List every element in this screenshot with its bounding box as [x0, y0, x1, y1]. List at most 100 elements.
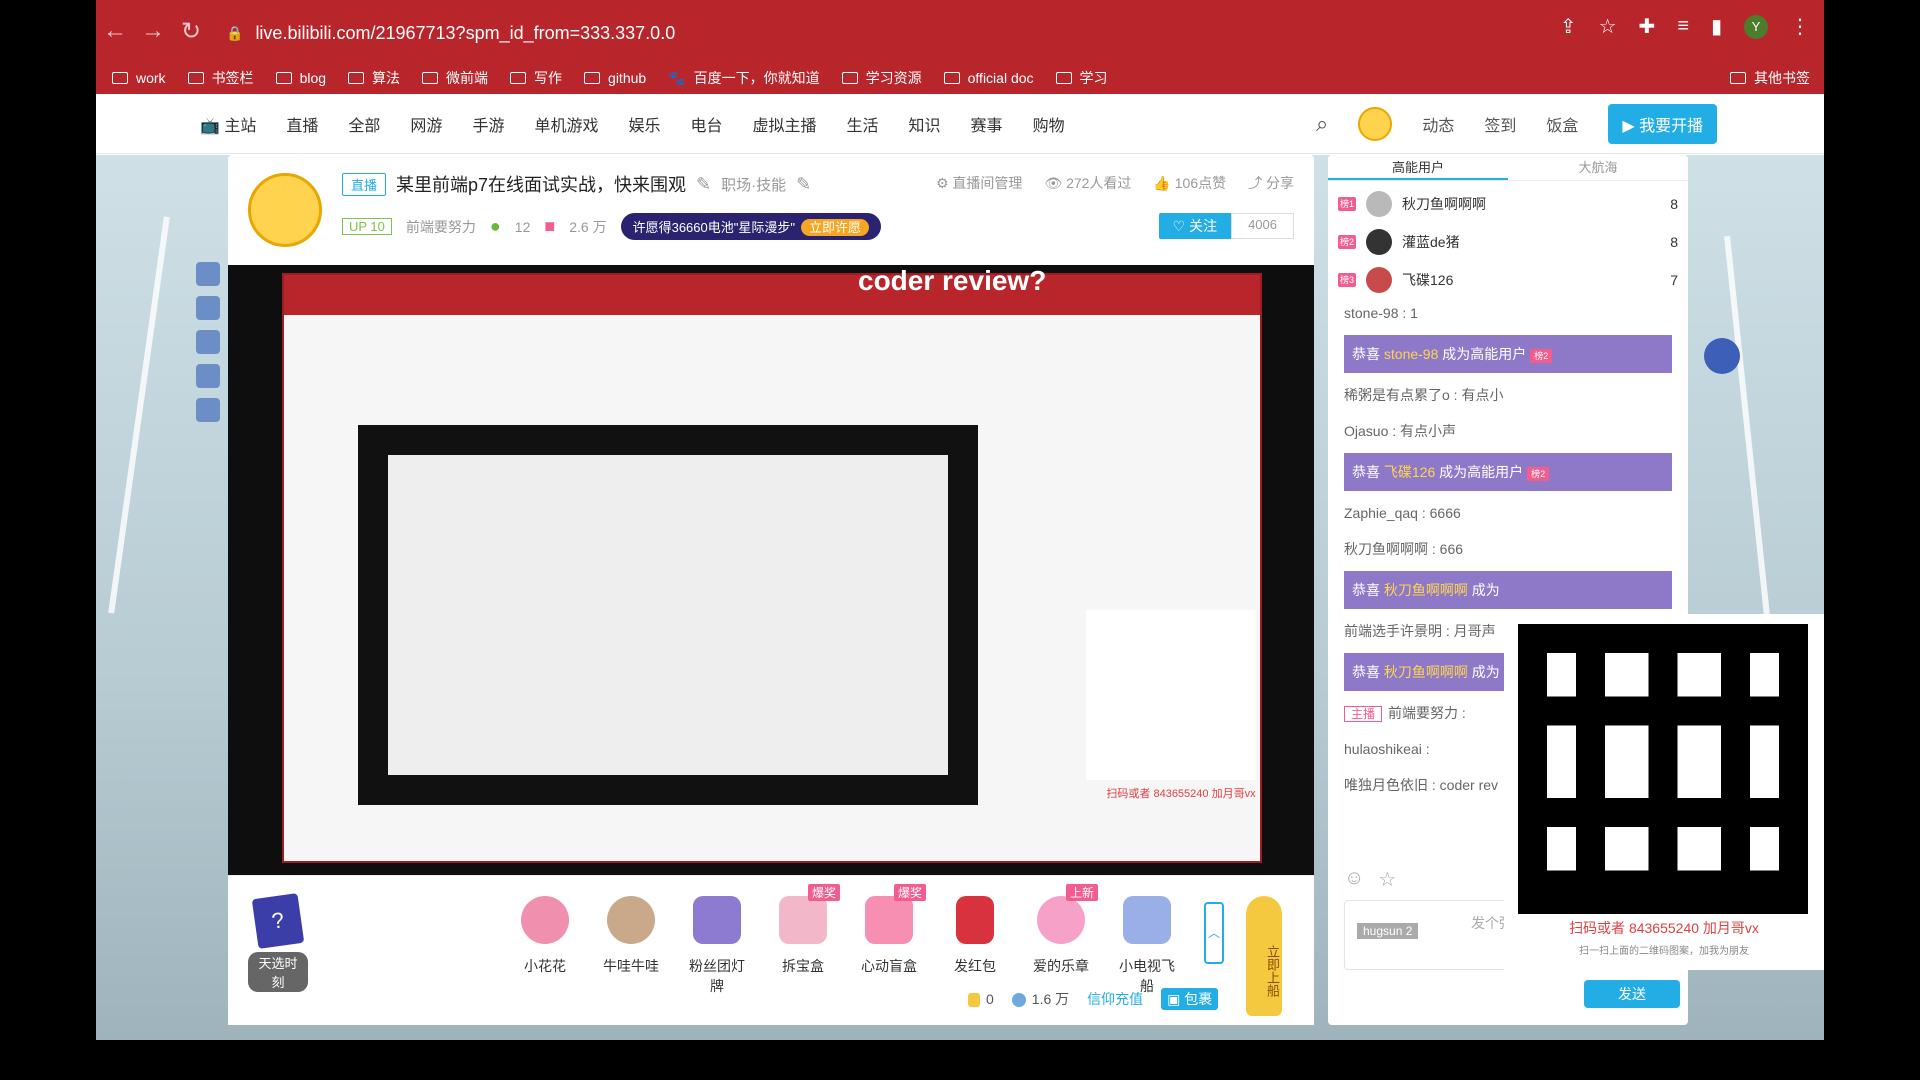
dock-avatar[interactable] [196, 398, 220, 422]
gift-item[interactable]: 小电视飞船 [1114, 896, 1180, 996]
category-link[interactable]: 职场·技能 [721, 174, 786, 195]
profile-avatar[interactable]: Y [1744, 14, 1768, 39]
side-panel-icon[interactable]: ▮ [1711, 14, 1722, 39]
room-manage[interactable]: ⚙ 直播间管理 [936, 173, 1022, 193]
gift-item[interactable]: 爆奖 心动盲盒 [856, 884, 926, 996]
nav-item[interactable]: 赛事 [971, 112, 1003, 136]
other-bookmarks[interactable]: 其他书签 [1730, 62, 1810, 94]
back-icon[interactable]: ← [96, 17, 134, 45]
share-page-icon[interactable]: ⇪ [1560, 14, 1577, 39]
tianxuan-button[interactable]: ? 天选时刻 [248, 893, 308, 992]
chat-message: 秋刀鱼啊啊啊 : 666 [1344, 541, 1464, 557]
follow-button[interactable]: ♡ 关注 [1158, 213, 1232, 239]
rank-row[interactable]: 榜2 灌蓝de猪 8 [1338, 223, 1678, 261]
nav-item[interactable]: 全部 [348, 112, 380, 136]
bookmark-item[interactable]: blog [275, 70, 326, 86]
video-player[interactable]: coder review? 扫码或者 843655240 加月哥vx [228, 265, 1314, 875]
like-count[interactable]: 👍 106点赞 [1153, 173, 1226, 193]
tab-high-energy[interactable]: 高能用户 [1328, 155, 1508, 180]
site-header: 📺 主站 直播 全部 网游 手游 单机游戏 娱乐 电台 虚拟主播 生活 知识 赛… [96, 94, 1824, 154]
nav-item-main[interactable]: 📺 主站 [200, 112, 256, 136]
folder-icon [1055, 72, 1072, 84]
bookmark-star-icon[interactable]: ☆ [1599, 14, 1617, 39]
rank-row[interactable]: 榜3 飞碟126 7 [1338, 261, 1678, 299]
bookmark-item[interactable]: 书签栏 [187, 68, 254, 88]
tab-guard[interactable]: 大航海 [1508, 155, 1688, 180]
host-avatar[interactable] [248, 173, 322, 247]
bookmark-item[interactable]: 学习资源 [841, 68, 922, 88]
bookmark-item[interactable]: 学习 [1055, 68, 1108, 88]
video-caption: coder review? [858, 265, 1047, 296]
bag-button[interactable]: ▣ 包裹 [1161, 988, 1219, 1010]
reload-icon[interactable]: ↻ [172, 17, 210, 46]
wish-button[interactable]: 立即许愿 [800, 219, 869, 236]
dock-avatar[interactable] [196, 364, 220, 388]
nav-checkin[interactable]: 签到 [1484, 112, 1516, 136]
wallet: 0 1.6 万 信仰充值 ▣ 包裹 [968, 988, 1219, 1010]
bookmark-item[interactable]: official doc [943, 70, 1034, 86]
forward-icon[interactable]: → [134, 17, 172, 45]
wish-banner[interactable]: 许愿得36660电池"星际漫步" 立即许愿 [620, 213, 881, 240]
share-button[interactable]: ⤴ 分享 [1248, 173, 1294, 193]
star-icon[interactable]: ☆ [1378, 867, 1396, 892]
bookmark-item[interactable]: github [584, 70, 646, 86]
qr-caption: 扫码或者 843655240 加月哥vx [1569, 920, 1759, 936]
eye-icon: 👁 [1044, 175, 1063, 191]
user-avatar[interactable] [1358, 107, 1393, 141]
dock-avatar[interactable] [196, 330, 220, 354]
edit-icon[interactable]: ✎ [796, 174, 811, 195]
nav-item[interactable]: 购物 [1033, 112, 1065, 136]
gift-item[interactable]: 牛哇牛哇 [598, 896, 664, 996]
nav-item[interactable]: 知识 [909, 112, 941, 136]
gift-item[interactable]: 小花花 [512, 896, 578, 996]
nav-box[interactable]: 饭盒 [1546, 112, 1578, 136]
qr-overlay: 扫码或者 843655240 加月哥vx 扫一扫上面的二维码图案，加我为朋友 [1504, 614, 1824, 970]
avatar [1366, 191, 1392, 217]
gift-item[interactable]: 上新 爱的乐章 [1028, 884, 1098, 996]
browser-toolbar: ← → ↻ 🔒 live.bilibili.com/21967713?spm_i… [96, 0, 1824, 62]
nav-item[interactable]: 娱乐 [628, 112, 660, 136]
bookmark-item[interactable]: work [112, 70, 166, 86]
avatar [1366, 229, 1392, 255]
rank-row[interactable]: 榜1 秋刀鱼啊啊啊 8 [1338, 185, 1678, 223]
bookmark-item[interactable]: 微前端 [422, 68, 488, 88]
nav-item[interactable]: 单机游戏 [534, 112, 598, 136]
nested-browser-bar [284, 275, 1260, 315]
nav-item[interactable]: 生活 [847, 112, 879, 136]
menu-icon[interactable]: ⋮ [1790, 14, 1810, 39]
emoji-icon[interactable]: ☺ [1344, 867, 1364, 892]
guard-count: 12 [514, 218, 531, 235]
bookmark-item[interactable]: 写作 [510, 68, 562, 88]
nav-item[interactable]: 虚拟主播 [753, 112, 817, 136]
dock-avatar[interactable] [196, 262, 220, 286]
nav-item[interactable]: 直播 [286, 112, 318, 136]
side-avatar[interactable] [1704, 338, 1740, 374]
search-icon[interactable]: ⌕ [1316, 111, 1328, 137]
nav-item[interactable]: 手游 [472, 112, 504, 136]
start-live-button[interactable]: ▶ 我要开播 [1608, 104, 1718, 144]
chevron-up-icon[interactable]: ︿ [1204, 902, 1224, 964]
gift-item[interactable]: 爆奖 拆宝盒 [770, 884, 840, 996]
gift-item[interactable]: 发红包 [942, 896, 1008, 996]
extensions-icon[interactable]: ✚ [1639, 14, 1656, 39]
send-button[interactable]: 发送 [1584, 980, 1680, 1008]
follower-count: 4006 [1231, 213, 1294, 239]
gift-item[interactable]: 粉丝团灯牌 [684, 896, 750, 996]
folder-icon [348, 72, 365, 84]
edit-icon[interactable]: ✎ [696, 174, 711, 195]
reading-list-icon[interactable]: ≡ [1677, 15, 1689, 38]
fan-medal[interactable]: hugsun 2 [1357, 923, 1419, 939]
nav-item[interactable]: 网游 [410, 112, 442, 136]
address-bar[interactable]: 🔒 live.bilibili.com/21967713?spm_id_from… [226, 14, 1526, 52]
dock-avatar[interactable] [196, 296, 220, 320]
board-ship-button[interactable]: 立即上船 [1246, 896, 1282, 1016]
nav-item[interactable]: 电台 [690, 112, 722, 136]
recharge-link[interactable]: 信仰充值 [1087, 989, 1143, 1009]
spaceship-icon [1123, 896, 1171, 944]
gift-bar: ? 天选时刻 小花花 牛哇牛哇 粉丝团灯牌 爆奖 拆宝盒 爆奖 心动盲盒 发红包 上… [228, 875, 1314, 1025]
host-name[interactable]: 前端要努力 [406, 217, 476, 237]
bookmark-item[interactable]: 🐾 百度一下，你就知道 [668, 68, 819, 88]
bookmark-item[interactable]: 算法 [348, 68, 400, 88]
share-icon: ⤴ [1248, 175, 1263, 191]
nav-dynamic[interactable]: 动态 [1422, 112, 1454, 136]
